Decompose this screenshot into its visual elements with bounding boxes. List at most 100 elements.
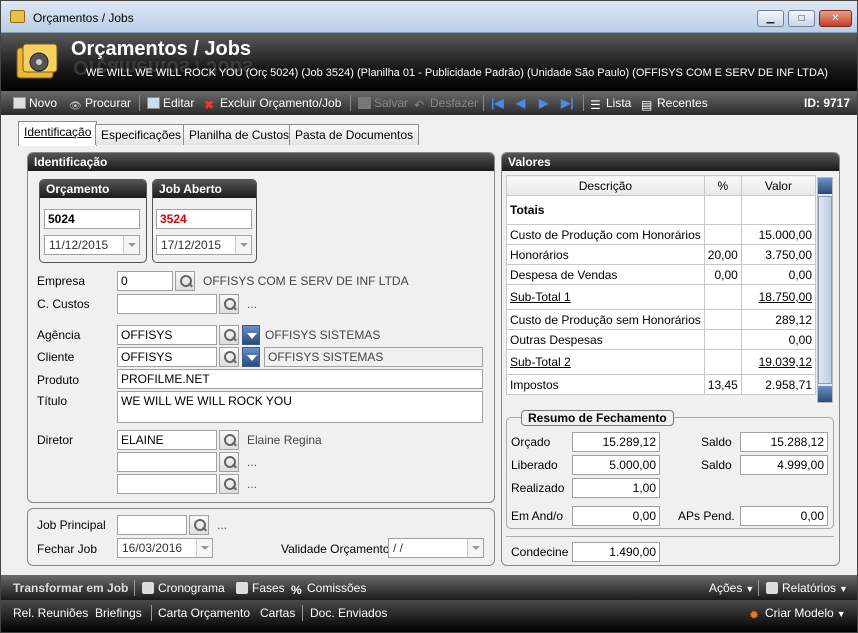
chevron-down-icon[interactable] bbox=[123, 236, 139, 254]
briefings-link[interactable]: Briefings bbox=[95, 606, 142, 620]
aps-pendentes-value[interactable]: 0,00 bbox=[740, 506, 828, 526]
desfazer-button[interactable]: ↶ Desfazer bbox=[414, 96, 478, 112]
scroll-up-icon[interactable] bbox=[818, 178, 832, 194]
chevron-down-icon[interactable] bbox=[467, 539, 483, 557]
minimize-button[interactable]: ▁ bbox=[757, 10, 784, 27]
cliente-search-icon[interactable] bbox=[219, 347, 239, 367]
cliente-code-input[interactable]: OFFISYS bbox=[117, 347, 217, 367]
agencia-code-input[interactable]: OFFISYS bbox=[117, 325, 217, 345]
saldo-liberado-value[interactable]: 4.999,00 bbox=[740, 455, 828, 475]
scroll-down-icon[interactable] bbox=[818, 386, 832, 402]
cliente-dropdown-icon[interactable] bbox=[242, 347, 260, 367]
diretor-code-input[interactable]: ELAINE bbox=[117, 430, 217, 450]
diretor3-search-icon[interactable] bbox=[219, 474, 239, 494]
empresa-code-input[interactable]: 0 bbox=[117, 271, 173, 291]
column-header-valor[interactable]: Valor bbox=[740, 175, 817, 196]
agencia-dropdown-icon[interactable] bbox=[242, 325, 260, 345]
editar-button[interactable]: Editar bbox=[147, 96, 194, 110]
fases-button[interactable]: Fases bbox=[236, 581, 285, 595]
table-row[interactable]: Custo de Produção sem Honorários 289,12 bbox=[506, 309, 817, 330]
orcado-value[interactable]: 15.289,12 bbox=[572, 432, 660, 452]
ccustos-input[interactable] bbox=[117, 294, 217, 314]
orcamento-date-picker[interactable]: 11/12/2015 bbox=[44, 235, 140, 255]
condecine-value[interactable]: 1.490,00 bbox=[572, 542, 660, 562]
resumo-title: Resumo de Fechamento bbox=[521, 410, 674, 426]
acoes-menu[interactable]: Ações ▼ bbox=[709, 581, 754, 595]
first-record-icon[interactable]: |◀ bbox=[491, 96, 504, 110]
carta-orcamento-link[interactable]: Carta Orçamento bbox=[158, 606, 250, 620]
empresa-search-icon[interactable] bbox=[175, 271, 195, 291]
tab-identificacao[interactable]: Identificação bbox=[18, 121, 98, 146]
comissoes-button[interactable]: % Comissões bbox=[291, 581, 366, 597]
em-andamento-value[interactable]: 0,00 bbox=[572, 506, 660, 526]
tab-strip: Identificação Especificações Planilha de… bbox=[1, 115, 857, 147]
salvar-button[interactable]: Salvar bbox=[358, 96, 408, 110]
excluir-button[interactable]: ✖ Excluir Orçamento/Job bbox=[204, 96, 341, 112]
job-date-picker[interactable]: 17/12/2015 bbox=[156, 235, 252, 255]
realizado-label: Realizado bbox=[511, 481, 565, 495]
table-row[interactable]: Outras Despesas 0,00 bbox=[506, 329, 817, 350]
aps-pendentes-label: APs Pend. bbox=[678, 509, 735, 523]
page-subtitle: WE WILL WE WILL ROCK YOU (Orç 5024) (Job… bbox=[86, 67, 828, 79]
produto-input[interactable]: PROFILME.NET bbox=[117, 369, 483, 389]
column-header-percent[interactable]: % bbox=[703, 175, 742, 196]
liberado-value[interactable]: 5.000,00 bbox=[572, 455, 660, 475]
tab-pasta-documentos[interactable]: Pasta de Documentos bbox=[289, 124, 420, 145]
column-header-descricao[interactable]: Descrição bbox=[506, 175, 705, 196]
rel-reunioes-link[interactable]: Rel. Reuniões bbox=[13, 606, 88, 620]
fechar-job-date-picker[interactable]: 16/03/2016 bbox=[117, 538, 213, 558]
toolbar-divider bbox=[483, 95, 484, 111]
lista-button[interactable]: ☰ Lista bbox=[590, 96, 631, 112]
diretor3-input[interactable] bbox=[117, 474, 217, 494]
scroll-thumb[interactable] bbox=[818, 196, 832, 384]
transformar-em-job-button[interactable]: Transformar em Job bbox=[13, 581, 128, 595]
saldo-orcado-value[interactable]: 15.288,12 bbox=[740, 432, 828, 452]
ccustos-label: C. Custos bbox=[37, 297, 90, 311]
maximize-button[interactable]: □ bbox=[788, 10, 815, 27]
validade-date-picker[interactable]: / / bbox=[388, 538, 484, 558]
diretor2-search-icon[interactable] bbox=[219, 452, 239, 472]
em-andamento-label: Em And/o bbox=[511, 509, 564, 523]
orcamento-number[interactable]: 5024 bbox=[44, 209, 140, 229]
cronograma-button[interactable]: Cronograma bbox=[142, 581, 225, 595]
titulo-label: Título bbox=[37, 394, 68, 408]
job-principal-search-icon[interactable] bbox=[189, 515, 209, 535]
job-principal-input[interactable] bbox=[117, 515, 187, 535]
recent-icon: ▤ bbox=[641, 98, 653, 112]
valores-scrollbar[interactable] bbox=[817, 177, 833, 403]
chevron-down-icon[interactable] bbox=[235, 236, 251, 254]
job-principal-name: ... bbox=[217, 518, 228, 532]
table-row[interactable]: Sub-Total 1 18.750,00 bbox=[506, 284, 817, 310]
recentes-button[interactable]: ▤ Recentes bbox=[641, 96, 708, 112]
procurar-button[interactable]: 👁 Procurar bbox=[69, 96, 131, 113]
page-header: Orçamentos / Jobs Orçamentos / Jobs WE W… bbox=[1, 33, 857, 91]
diretor-search-icon[interactable] bbox=[219, 430, 239, 450]
app-icon bbox=[10, 10, 25, 23]
tab-planilha-custos[interactable]: Planilha de Custos bbox=[183, 124, 296, 145]
tab-especificacoes[interactable]: Especificações bbox=[95, 124, 188, 145]
relatorios-menu[interactable]: Relatórios ▼ bbox=[766, 581, 848, 595]
diretor2-input[interactable] bbox=[117, 452, 217, 472]
agencia-search-icon[interactable] bbox=[219, 325, 239, 345]
table-row[interactable]: Custo de Produção com Honorários 15.000,0… bbox=[506, 224, 817, 245]
table-row[interactable]: Totais bbox=[506, 195, 817, 225]
next-record-icon[interactable]: ▶ bbox=[539, 96, 548, 110]
title-bar: Orçamentos / Jobs ▁ □ ✕ bbox=[1, 1, 857, 33]
table-row[interactable]: Sub-Total 2 19.039,12 bbox=[506, 349, 817, 375]
last-record-icon[interactable]: ▶| bbox=[561, 96, 574, 110]
criar-modelo-menu[interactable]: ✹ Criar Modelo ▼ bbox=[749, 606, 846, 622]
novo-button[interactable]: Novo bbox=[13, 96, 57, 110]
job-number[interactable]: 3524 bbox=[156, 209, 252, 229]
table-row[interactable]: Despesa de Vendas 0,00 0,00 bbox=[506, 264, 817, 285]
doc-enviados-link[interactable]: Doc. Enviados bbox=[310, 606, 387, 620]
chevron-down-icon[interactable] bbox=[196, 539, 212, 557]
toolbar-divider bbox=[151, 605, 152, 621]
cartas-link[interactable]: Cartas bbox=[260, 606, 295, 620]
close-button[interactable]: ✕ bbox=[819, 10, 852, 27]
realizado-value[interactable]: 1,00 bbox=[572, 478, 660, 498]
table-row[interactable]: Honorários 20,00 3.750,00 bbox=[506, 244, 817, 265]
table-row[interactable]: Impostos 13,45 2.958,71 bbox=[506, 374, 817, 395]
ccustos-search-icon[interactable] bbox=[219, 294, 239, 314]
prev-record-icon[interactable]: ◀ bbox=[516, 96, 525, 110]
titulo-input[interactable]: WE WILL WE WILL ROCK YOU bbox=[117, 391, 483, 423]
